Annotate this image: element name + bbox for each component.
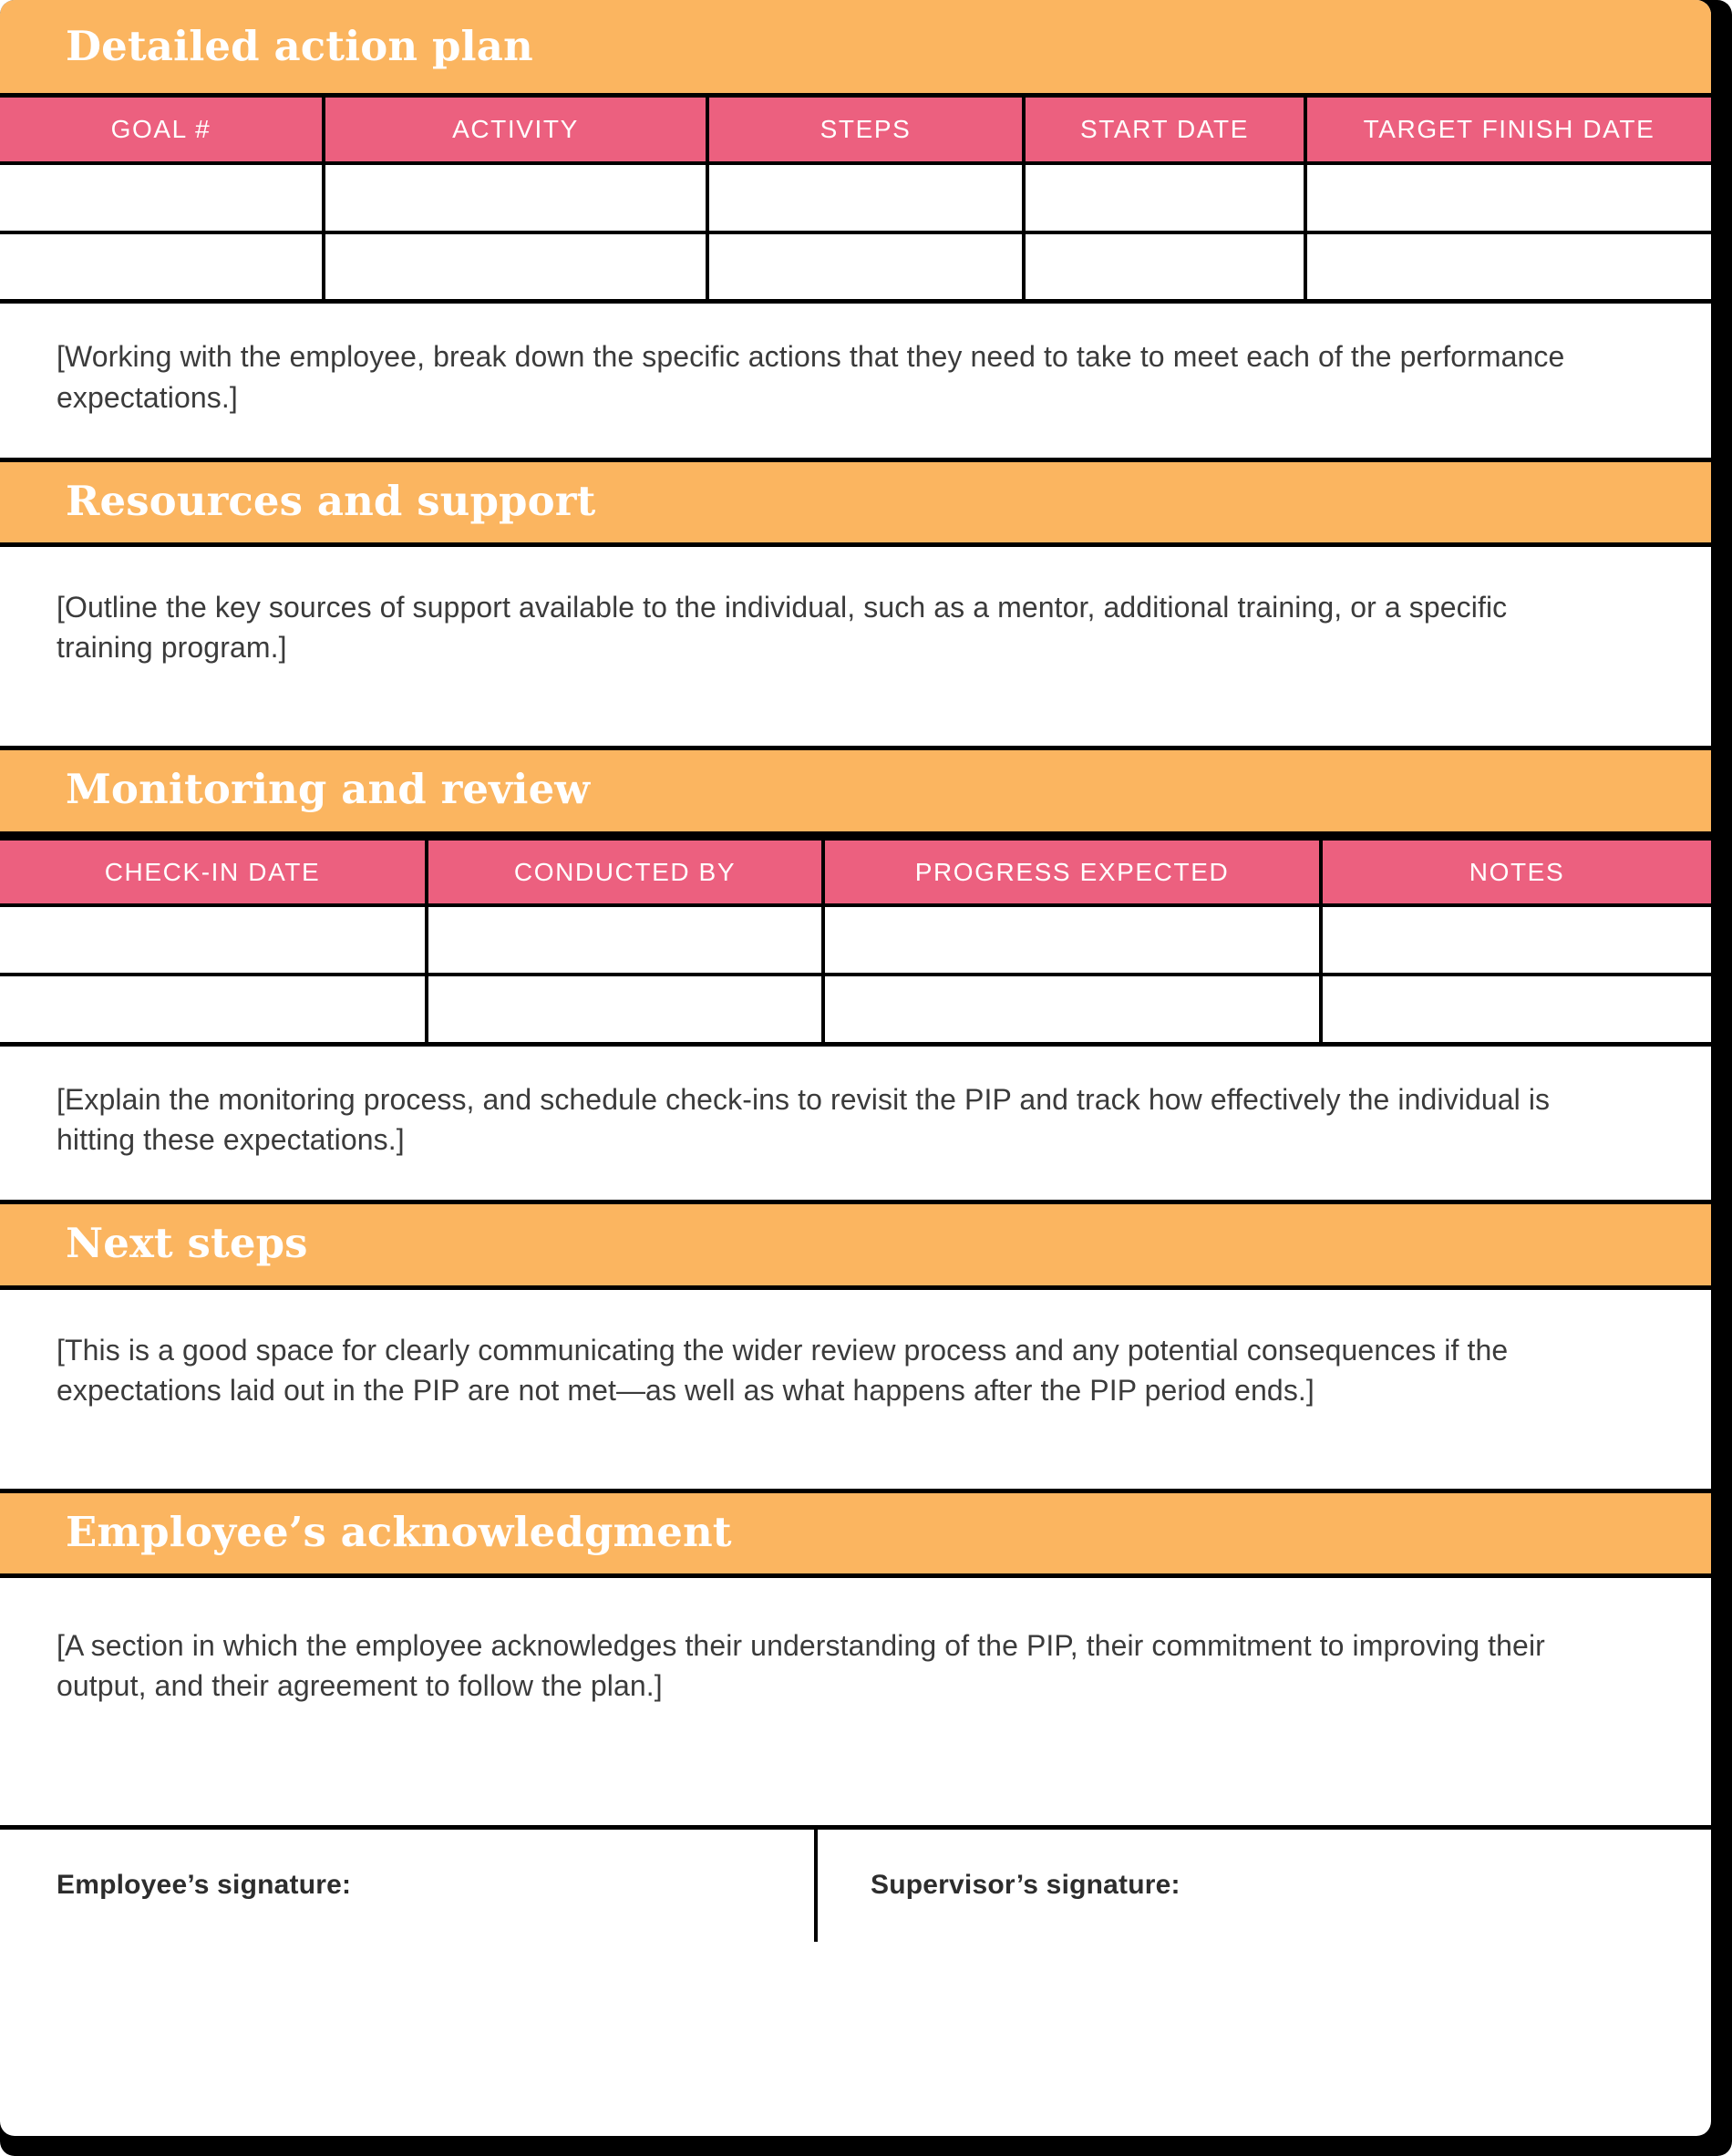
cell-progress-expected[interactable] xyxy=(821,973,1323,1047)
section-header-resources-and-support: Resources and support xyxy=(0,457,1711,548)
employee-signature-field[interactable]: Employee’s signature: xyxy=(0,1829,818,1942)
cell-notes[interactable] xyxy=(1319,903,1711,977)
table-row xyxy=(0,230,1711,304)
table-header-row: CHECK-IN DATE CONDUCTED BY PROGRESS EXPE… xyxy=(0,835,1711,908)
column-header-notes: NOTES xyxy=(1319,835,1711,908)
column-header-progress-expected: PROGRESS EXPECTED xyxy=(821,835,1323,908)
cell-notes[interactable] xyxy=(1319,973,1711,1047)
cell-goal-number[interactable] xyxy=(0,230,325,304)
column-header-steps: STEPS xyxy=(706,93,1026,165)
page-shell: Detailed action plan GOAL # ACTIVITY STE… xyxy=(0,0,1732,2156)
note-monitoring-and-review: [Explain the monitoring process, and sch… xyxy=(57,1082,1551,1156)
note-resources-and-support: [Outline the key sources of support avai… xyxy=(57,591,1508,665)
cell-start-date[interactable] xyxy=(1022,160,1307,234)
signature-row: Employee’s signature: Supervisor’s signa… xyxy=(0,1824,1711,1942)
table-row xyxy=(0,973,1711,1047)
note-employees-acknowledgment: [A section in which the employee acknowl… xyxy=(57,1629,1545,1703)
cell-target-finish-date[interactable] xyxy=(1304,160,1711,234)
section-header-detailed-action-plan: Detailed action plan xyxy=(0,0,1711,94)
cell-target-finish-date[interactable] xyxy=(1304,230,1711,304)
column-header-start-date: START DATE xyxy=(1022,93,1307,165)
cell-goal-number[interactable] xyxy=(0,160,325,234)
supervisor-signature-field[interactable]: Supervisor’s signature: xyxy=(818,1830,1711,1942)
column-header-goal-number: GOAL # xyxy=(0,93,325,165)
cell-conducted-by[interactable] xyxy=(425,973,825,1047)
cell-check-in-date[interactable] xyxy=(0,903,428,977)
cell-activity[interactable] xyxy=(322,160,709,234)
cell-steps[interactable] xyxy=(706,230,1026,304)
column-header-activity: ACTIVITY xyxy=(322,93,709,165)
section-header-next-steps: Next steps xyxy=(0,1200,1711,1290)
cell-steps[interactable] xyxy=(706,160,1026,234)
section-header-monitoring-and-review: Monitoring and review xyxy=(0,746,1711,836)
column-header-check-in-date: CHECK-IN DATE xyxy=(0,835,428,908)
cell-conducted-by[interactable] xyxy=(425,903,825,977)
detailed-action-plan-table: GOAL # ACTIVITY STEPS START DATE TARGET … xyxy=(0,93,1711,304)
monitoring-and-review-table: CHECK-IN DATE CONDUCTED BY PROGRESS EXPE… xyxy=(0,835,1711,1047)
employee-signature-label: Employee’s signature: xyxy=(57,1870,352,1901)
note-detailed-action-plan: [Working with the employee, break down t… xyxy=(57,340,1565,414)
table-row xyxy=(0,903,1711,977)
column-header-target-finish-date: TARGET FINISH DATE xyxy=(1304,93,1711,165)
column-header-conducted-by: CONDUCTED BY xyxy=(425,835,825,908)
cell-check-in-date[interactable] xyxy=(0,973,428,1047)
supervisor-signature-label: Supervisor’s signature: xyxy=(871,1870,1180,1901)
table-row xyxy=(0,160,1711,234)
cell-activity[interactable] xyxy=(322,230,709,304)
cell-progress-expected[interactable] xyxy=(821,903,1323,977)
document-card: Detailed action plan GOAL # ACTIVITY STE… xyxy=(0,0,1711,2136)
table-header-row: GOAL # ACTIVITY STEPS START DATE TARGET … xyxy=(0,93,1711,165)
section-header-employees-acknowledgment: Employee’s acknowledgment xyxy=(0,1488,1711,1579)
note-next-steps: [This is a good space for clearly commun… xyxy=(57,1333,1509,1407)
cell-start-date[interactable] xyxy=(1022,230,1307,304)
